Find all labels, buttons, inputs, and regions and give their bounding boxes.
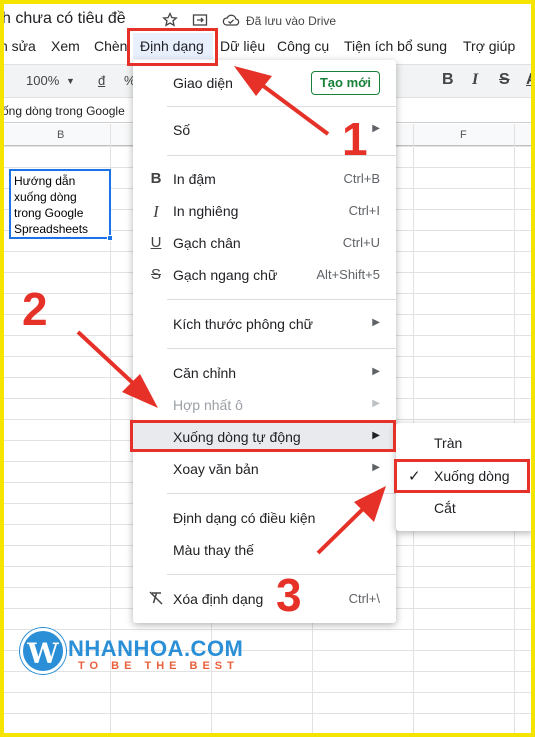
menu-item-rotation[interactable]: Xoay văn bản ▶: [133, 454, 396, 484]
step-number-3: 3: [276, 569, 302, 621]
submenu-arrow-icon: ▶: [372, 366, 380, 377]
step-number-2: 2: [22, 283, 48, 335]
menu-item-label: Xoay văn bản: [173, 461, 259, 477]
shortcut-text: Ctrl+U: [342, 235, 380, 250]
column-header-f[interactable]: F: [460, 129, 467, 141]
shortcut-text: Ctrl+I: [348, 203, 380, 218]
menu-item-alignment[interactable]: Căn chỉnh ▶: [133, 358, 396, 388]
wrapping-submenu: Tràn ✓ Xuống dòng Cắt: [396, 423, 534, 531]
submenu-arrow-icon: ▶: [372, 123, 380, 134]
menu-item-label: Xóa định dạng: [173, 591, 264, 607]
menu-bar: n sửa Xem Chèn Định dạng Dữ liệu Công cụ…: [0, 33, 535, 59]
menu-item-label: Gạch chân: [173, 235, 241, 251]
submenu-item-label: Xuống dòng: [434, 468, 510, 484]
text-color-button[interactable]: A: [526, 71, 535, 89]
menu-item-label: Màu thay thế: [173, 542, 254, 558]
logo-tagline: TO BE THE BEST: [78, 660, 239, 672]
menu-item-label: Căn chỉnh: [173, 365, 237, 381]
menu-data[interactable]: Dữ liệu: [220, 38, 265, 54]
title-bar: h chưa có tiêu đề Đã lưu vào Drive: [0, 4, 535, 32]
menu-item-theme[interactable]: Giao diện Tạo mới: [133, 68, 396, 98]
submenu-item-label: Tràn: [434, 435, 463, 451]
submenu-item-label: Cắt: [434, 500, 456, 516]
menu-item-label: Giao diện: [173, 75, 233, 91]
menu-addons[interactable]: Tiện ích bổ sung: [344, 38, 447, 54]
cell-text-line: Spreadsheets: [14, 222, 89, 236]
submenu-arrow-icon: ▶: [372, 462, 380, 473]
logo-letter: W: [27, 637, 59, 670]
menu-item-label: Gạch ngang chữ: [173, 267, 278, 283]
submenu-arrow-icon: ▶: [372, 398, 380, 409]
menu-item-merge-cells: Hợp nhất ô ▶: [133, 390, 396, 420]
menu-item-label: Định dạng có điều kiện: [173, 510, 316, 526]
menu-item-clear-formatting[interactable]: Xóa định dạng Ctrl+\: [133, 584, 396, 614]
menu-item-label: In nghiêng: [173, 203, 239, 219]
bold-icon: B: [150, 170, 162, 187]
strikethrough-icon: S: [150, 266, 161, 283]
zoom-select[interactable]: 100%: [26, 73, 59, 88]
logo-name: NHANHOA.COM: [68, 636, 244, 661]
submenu-item-overflow[interactable]: Tràn: [396, 427, 534, 459]
menu-item-underline[interactable]: U Gạch chân Ctrl+U: [133, 228, 396, 258]
menu-item-alternating-colors[interactable]: Màu thay thế: [133, 535, 396, 565]
submenu-arrow-icon: ▶: [372, 317, 380, 328]
checkmark-icon: ✓: [408, 468, 421, 485]
menu-insert[interactable]: Chèn: [94, 38, 127, 54]
formula-content: ống dòng trong Google: [2, 104, 125, 118]
cloud-done-icon: [222, 12, 240, 28]
column-header-b[interactable]: B: [57, 129, 64, 141]
menu-item-wrapping[interactable]: Xuống dòng tự động ▶: [133, 422, 396, 452]
menu-format[interactable]: Định dạng: [140, 38, 204, 54]
menu-edit[interactable]: n sửa: [0, 38, 36, 54]
menu-view[interactable]: Xem: [51, 38, 80, 54]
menu-divider: [167, 348, 396, 349]
move-folder-icon[interactable]: [192, 12, 208, 28]
menu-divider: [167, 299, 396, 300]
italic-button[interactable]: I: [472, 71, 478, 89]
step-number-1: 1: [342, 113, 368, 165]
menu-item-conditional-formatting[interactable]: Định dạng có điều kiện: [133, 503, 396, 533]
menu-item-label: In đậm: [173, 171, 216, 187]
menu-tools[interactable]: Công cụ: [277, 38, 329, 54]
shortcut-text: Alt+Shift+5: [316, 267, 380, 282]
underline-icon: U: [150, 234, 162, 251]
fill-handle[interactable]: [107, 235, 113, 241]
saved-status: Đã lưu vào Drive: [246, 14, 337, 28]
nhanhoa-logo: W NHANHOA.COM TO BE THE BEST: [20, 628, 270, 682]
chevron-down-icon[interactable]: ▼: [66, 76, 75, 86]
menu-help[interactable]: Trợ giúp: [463, 38, 515, 54]
star-icon[interactable]: [162, 11, 178, 28]
shortcut-text: Ctrl+\: [348, 591, 380, 606]
menu-divider: [167, 106, 396, 107]
menu-item-label: Xuống dòng tự động: [173, 429, 301, 445]
cell-text-line: Hướng dẫn: [14, 174, 76, 188]
menu-item-label: Số: [173, 122, 191, 138]
cell-text-line: trong Google: [14, 206, 84, 220]
italic-icon: I: [153, 202, 159, 221]
menu-divider: [167, 493, 396, 494]
selected-cell-b[interactable]: Hướng dẫn xuống dòng trong Google Spread…: [9, 169, 113, 241]
submenu-arrow-icon: ▶: [372, 430, 380, 441]
menu-item-italic[interactable]: I In nghiêng Ctrl+I: [133, 196, 396, 226]
cell-text-line: xuống dòng: [14, 190, 77, 204]
menu-item-label: Kích thước phông chữ: [173, 316, 313, 332]
clear-format-icon: [147, 590, 165, 610]
strikethrough-button[interactable]: S: [499, 71, 510, 89]
currency-button[interactable]: đ: [98, 73, 105, 88]
submenu-item-wrap[interactable]: ✓ Xuống dòng: [396, 460, 534, 492]
document-title[interactable]: h chưa có tiêu đề: [2, 10, 126, 28]
menu-item-label: Hợp nhất ô: [173, 397, 243, 413]
submenu-item-clip[interactable]: Cắt: [396, 492, 534, 524]
bold-button[interactable]: B: [442, 71, 454, 89]
logo-badge: W: [20, 628, 66, 674]
menu-item-bold[interactable]: B In đậm Ctrl+B: [133, 164, 396, 194]
menu-item-strikethrough[interactable]: S Gạch ngang chữ Alt+Shift+5: [133, 260, 396, 290]
new-theme-button[interactable]: Tạo mới: [310, 71, 380, 95]
menu-item-font-size[interactable]: Kích thước phông chữ ▶: [133, 309, 396, 339]
shortcut-text: Ctrl+B: [343, 171, 380, 186]
